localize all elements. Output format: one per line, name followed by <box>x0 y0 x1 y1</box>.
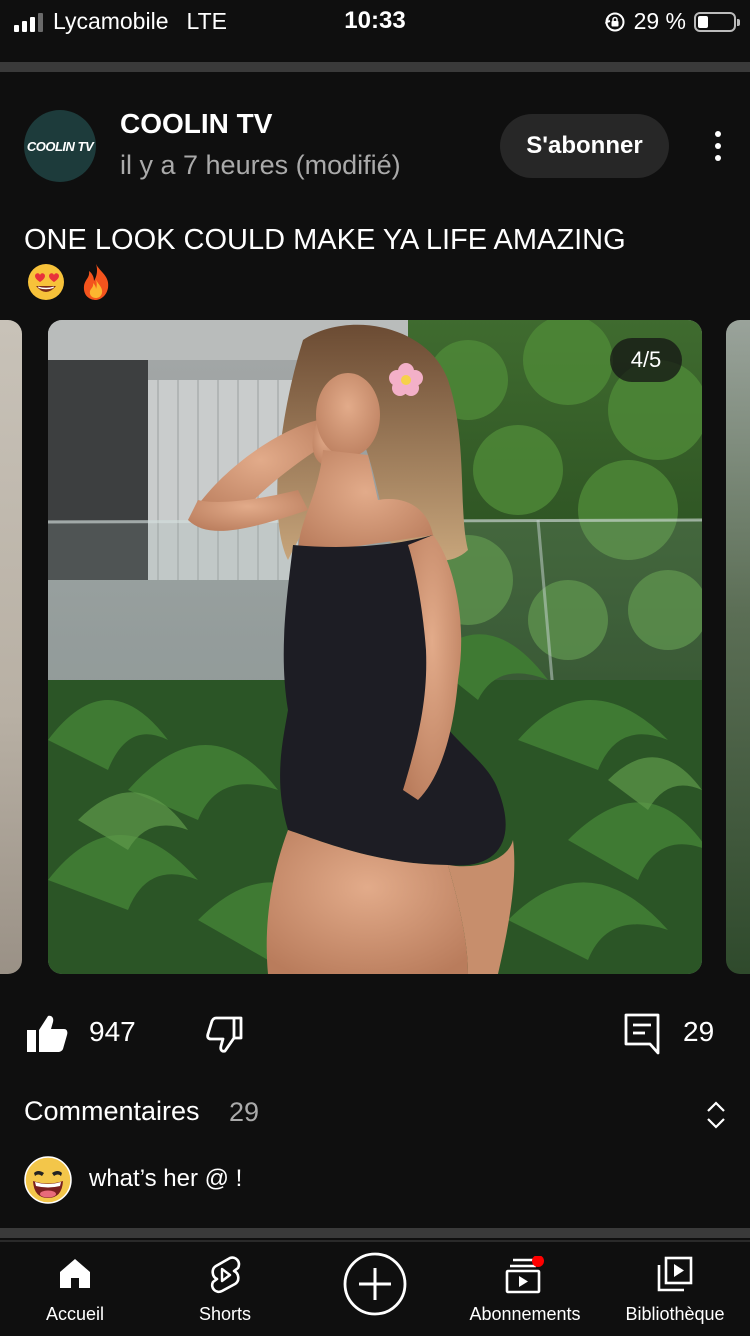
status-bar: Lycamobile LTE 10:33 29 % <box>0 0 750 44</box>
image-counter-badge: 4/5 <box>610 338 682 382</box>
subscribe-button[interactable]: S'abonner <box>500 114 669 178</box>
commenter-avatar[interactable] <box>24 1156 72 1204</box>
post-emojis <box>26 262 116 302</box>
nav-home[interactable]: Accueil <box>0 1242 150 1336</box>
like-icon[interactable] <box>26 1014 68 1054</box>
comment-icon[interactable] <box>624 1013 660 1055</box>
fire-emoji-icon <box>83 264 109 300</box>
nav-subscriptions[interactable]: Abonnements <box>450 1242 600 1336</box>
nav-shorts-label: Shorts <box>198 1304 252 1324</box>
comment-count: 29 <box>683 1016 715 1047</box>
like-count: 947 <box>89 1016 136 1047</box>
previous-image-peek[interactable] <box>0 320 22 974</box>
expand-chevron-icon[interactable] <box>704 1100 728 1130</box>
rotation-lock-icon <box>604 12 625 31</box>
divider <box>0 1228 750 1238</box>
channel-name[interactable]: COOLIN TV <box>120 108 272 140</box>
next-image-peek[interactable] <box>726 320 750 974</box>
subscriptions-icon <box>505 1256 544 1294</box>
create-button[interactable] <box>343 1252 407 1316</box>
post-photo <box>48 320 702 974</box>
library-icon <box>657 1256 693 1292</box>
channel-avatar-logo: COOLIN TV <box>26 138 94 154</box>
battery-percent: 29 % <box>633 8 686 34</box>
post-text: ONE LOOK COULD MAKE YA LIFE AMAZING <box>24 224 626 256</box>
more-options-icon[interactable] <box>700 126 736 166</box>
top-comment-text: what’s her @ ! <box>89 1165 243 1192</box>
post-image[interactable] <box>48 320 702 974</box>
nav-subscriptions-label: Abonnements <box>469 1304 581 1324</box>
channel-avatar[interactable]: COOLIN TV <box>24 110 96 182</box>
comments-title: Commentaires <box>24 1096 200 1126</box>
nav-library-label: Bibliothèque <box>625 1304 725 1324</box>
nav-library[interactable]: Bibliothèque <box>600 1242 750 1336</box>
battery-icon <box>694 11 740 32</box>
shorts-icon <box>210 1256 241 1294</box>
divider <box>0 62 750 72</box>
home-icon <box>60 1259 90 1288</box>
heart-eyes-emoji-icon <box>28 264 64 300</box>
nav-home-label: Accueil <box>45 1304 105 1324</box>
nav-shorts[interactable]: Shorts <box>150 1242 300 1336</box>
comments-count: 29 <box>229 1097 260 1127</box>
dislike-icon[interactable] <box>204 1016 244 1054</box>
post-timestamp: il y a 7 heures (modifié) <box>120 150 401 180</box>
